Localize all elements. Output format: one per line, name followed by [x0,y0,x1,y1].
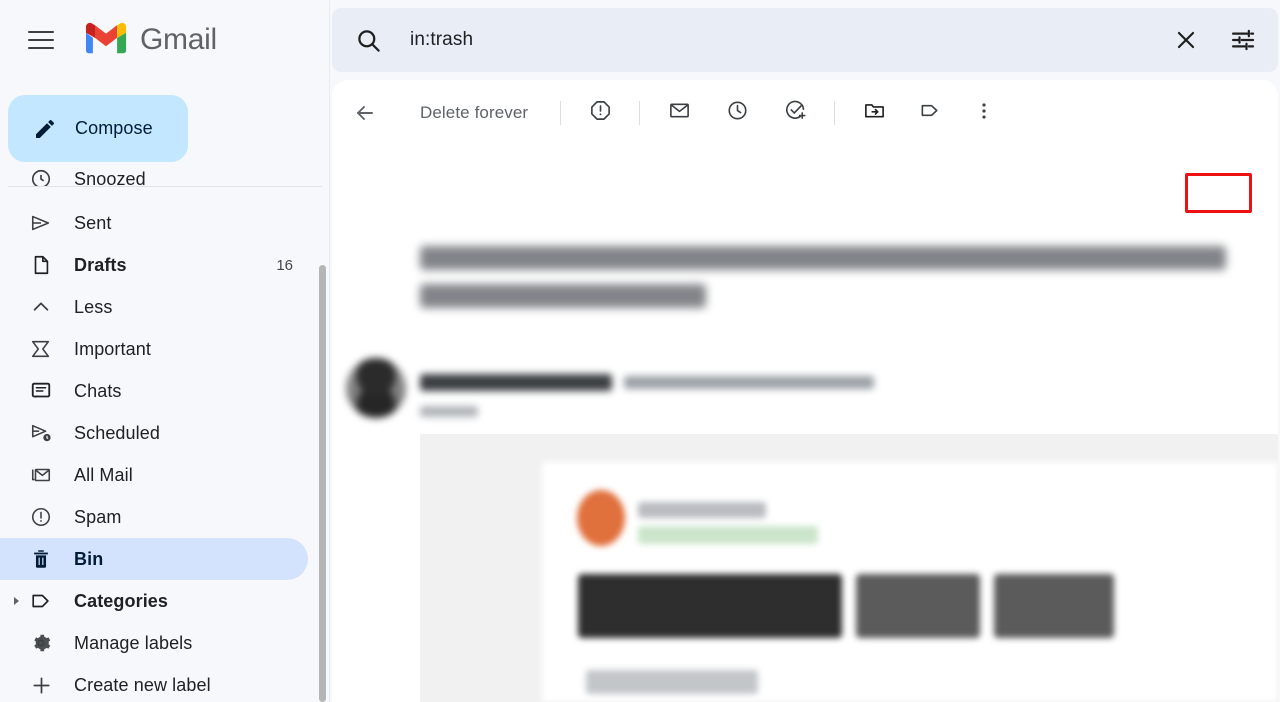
sidebar-item-drafts[interactable]: Drafts 16 [0,244,308,286]
toolbar-separator [560,101,562,125]
main-pane: Delete forever [330,0,1280,702]
brand-bar: Gmail [0,0,330,80]
sidebar-item-snoozed-clipped[interactable]: Snoozed [0,162,330,186]
sidebar-item-label: Sent [74,212,112,233]
search-input[interactable] [410,29,1173,51]
send-icon [29,211,53,235]
gmail-logo[interactable]: Gmail [85,21,217,60]
sidebar: Gmail Compose Snoozed Sent Drafts 16 Les… [0,0,330,702]
scheduled-send-icon [29,421,53,445]
sidebar-item-less[interactable]: Less [0,286,308,328]
report-spam-button[interactable] [580,93,620,133]
move-to-button[interactable] [854,93,894,133]
compose-label: Compose [75,118,153,138]
labels-button[interactable] [910,93,950,133]
expand-caret-icon[interactable] [14,597,19,605]
move-to-folder-icon [863,99,886,127]
spam-icon [29,505,53,529]
sidebar-item-label: All Mail [74,464,133,485]
sidebar-item-label: Less [74,296,113,317]
gmail-m-logo [85,21,129,60]
sidebar-item-sent[interactable]: Sent [0,202,308,244]
sidebar-item-label: Categories [74,590,169,611]
snooze-button[interactable] [717,93,757,133]
sidebar-item-label: Important [74,338,151,359]
sidebar-item-bin[interactable]: Bin [0,538,308,580]
message-view-card: Delete forever [332,80,1278,702]
compose-button[interactable]: Compose [8,95,188,162]
sidebar-nav-list: Snoozed Sent Drafts 16 Less Important Ch… [0,162,330,702]
sidebar-item-manage-labels[interactable]: Manage labels [0,622,308,664]
add-to-tasks-button[interactable] [775,93,815,133]
sender-avatar [346,358,406,418]
sidebar-item-important[interactable]: Important [0,328,308,370]
three-dot-vertical-icon [973,100,995,127]
close-x-icon[interactable] [1173,27,1199,53]
message-subject-redacted [420,246,1240,308]
sidebar-item-label: Scheduled [74,422,160,443]
sidebar-item-create-new-label[interactable]: Create new label [0,664,308,702]
sidebar-item-chats[interactable]: Chats [0,370,308,412]
toolbar-separator [834,101,836,125]
message-content-panel [420,434,1278,702]
sidebar-item-label: Bin [74,548,104,569]
message-toolbar: Delete forever [332,80,1278,146]
chat-bubble-icon [29,379,53,403]
sidebar-item-label: Chats [74,380,122,401]
important-icon [29,337,53,361]
clock-icon [29,167,53,186]
all-mail-icon [29,463,53,487]
gear-icon [29,631,53,655]
sidebar-item-spam[interactable]: Spam [0,496,308,538]
message-content-redacted [542,462,1278,702]
gmail-wordmark: Gmail [140,23,217,56]
search-icon[interactable] [355,27,382,54]
more-options-button[interactable] [964,93,1004,133]
sidebar-item-label: Create new label [74,674,211,695]
sidebar-divider [8,186,322,187]
sidebar-item-label: Manage labels [74,632,193,653]
search-bar[interactable] [332,8,1278,72]
sidebar-item-categories[interactable]: Categories [0,580,308,622]
message-timestamp-redacted [420,406,478,417]
envelope-icon [668,99,691,127]
mark-unread-button[interactable] [659,93,699,133]
message-body-blurred [332,146,1278,702]
pencil-icon [33,117,57,141]
sidebar-item-count: 16 [276,256,293,274]
check-circle-plus-icon [784,99,807,127]
trash-bin-icon [29,547,53,571]
delete-forever-button[interactable]: Delete forever [408,95,540,131]
toolbar-separator [639,101,641,125]
delete-forever-label: Delete forever [420,103,529,122]
arrow-back-icon[interactable] [345,93,385,133]
sender-email-redacted [624,376,874,389]
sidebar-item-scheduled[interactable]: Scheduled [0,412,308,454]
sidebar-scrollbar[interactable] [319,265,326,702]
chevron-up-icon [29,295,53,319]
sidebar-item-all-mail[interactable]: All Mail [0,454,308,496]
search-options-tune-icon[interactable] [1229,26,1257,54]
draft-page-icon [29,253,53,277]
clock-icon [726,99,749,127]
label-tag-icon [919,99,942,127]
label-tag-icon [29,589,53,613]
sidebar-item-label: Snoozed [74,168,146,187]
sender-name-redacted [420,374,612,391]
gmail-app-window: Gmail Compose Snoozed Sent Drafts 16 Les… [0,0,1280,702]
sidebar-item-label: Drafts [74,254,127,275]
sidebar-item-label: Spam [74,506,122,527]
plus-icon [29,673,53,697]
report-spam-octagon-icon [589,99,612,127]
hamburger-menu-icon[interactable] [17,16,65,64]
